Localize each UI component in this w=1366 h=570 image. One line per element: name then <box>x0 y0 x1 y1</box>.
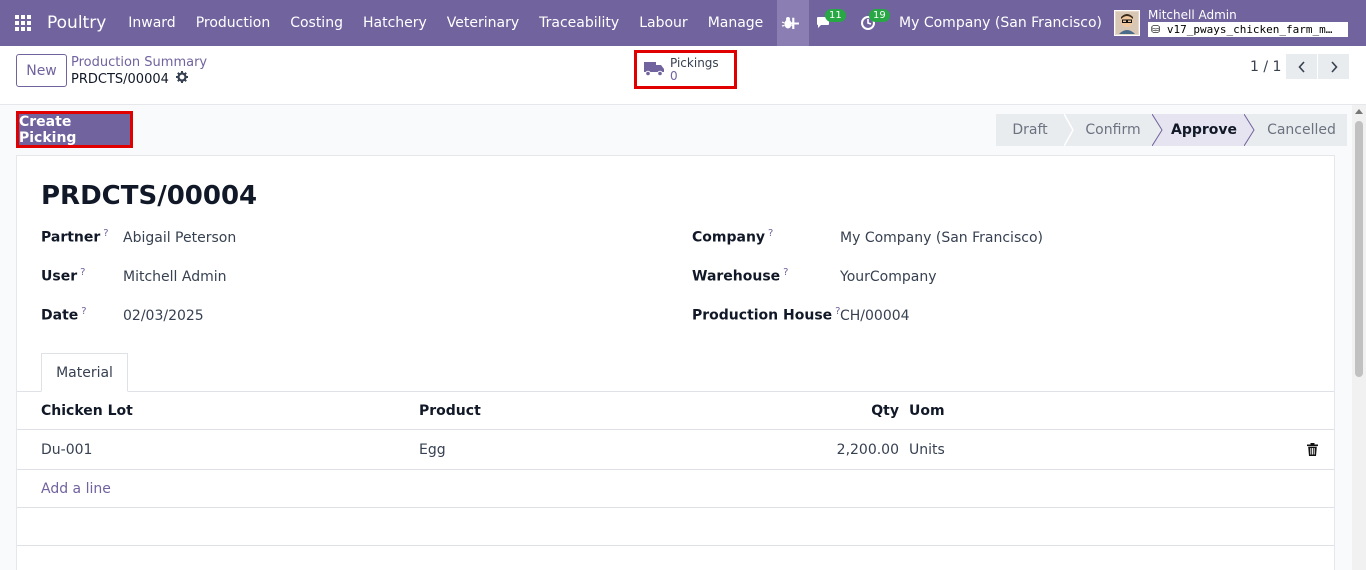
help-tooltip-icon[interactable]: ? <box>103 228 108 239</box>
pager-value[interactable]: 1 / 1 <box>1250 59 1281 75</box>
breadcrumb-record: PRDCTS/00004 <box>71 71 169 87</box>
production-house-field[interactable]: CH/00004 <box>840 308 910 324</box>
date-label: Date? <box>41 306 87 324</box>
top-navbar: Poultry Inward Production Costing Hatche… <box>0 0 1366 46</box>
cell-chicken-lot[interactable]: Du-001 <box>41 430 92 469</box>
activities-badge: 19 <box>869 9 890 22</box>
pickings-smart-button[interactable]: Pickings 0 <box>634 50 737 89</box>
database-icon: ⛁ <box>1151 23 1167 36</box>
cell-product[interactable]: Egg <box>419 430 446 469</box>
add-line-link[interactable]: Add a line <box>41 470 111 508</box>
pickings-count: 0 <box>670 68 678 83</box>
help-tooltip-icon[interactable]: ? <box>81 306 86 317</box>
date-field[interactable]: 02/03/2025 <box>123 308 204 324</box>
status-bar: Draft Confirm Approve Cancelled <box>996 114 1347 146</box>
apps-menu-icon[interactable] <box>0 0 46 46</box>
create-picking-button[interactable]: Create Picking <box>16 111 133 148</box>
scroll-up-arrow-icon[interactable] <box>1355 109 1363 114</box>
column-uom[interactable]: Uom <box>909 392 945 429</box>
tab-material[interactable]: Material <box>41 353 128 392</box>
menu-traceability[interactable]: Traceability <box>529 0 629 46</box>
breadcrumb-parent[interactable]: Production Summary <box>71 55 207 70</box>
cell-uom[interactable]: Units <box>909 430 945 469</box>
messages-badge: 11 <box>825 9 846 22</box>
stage-confirm[interactable]: Confirm <box>1074 114 1152 146</box>
warehouse-label: Warehouse? <box>692 267 789 285</box>
empty-row <box>17 508 1334 546</box>
column-product[interactable]: Product <box>419 392 481 429</box>
menu-labour[interactable]: Labour <box>629 0 697 46</box>
company-field[interactable]: My Company (San Francisco) <box>840 230 1043 246</box>
scrollbar[interactable] <box>1352 105 1366 570</box>
partner-field[interactable]: Abigail Peterson <box>123 230 236 246</box>
activity-clock-icon[interactable]: 19 <box>853 0 890 46</box>
avatar[interactable] <box>1114 10 1140 36</box>
company-switcher[interactable]: My Company (San Francisco) <box>899 15 1102 31</box>
company-label: Company? <box>692 228 774 246</box>
trash-icon[interactable] <box>1307 430 1318 469</box>
user-menu[interactable]: Mitchell Admin ⛁ v17_pways_chicken_farm_… <box>1148 9 1348 37</box>
truck-icon <box>643 59 665 81</box>
pager-next-button[interactable] <box>1318 54 1349 79</box>
form-sheet: PRDCTS/00004 Partner? Abigail Peterson U… <box>16 155 1335 570</box>
control-panel: New Production Summary PRDCTS/00004 Pick… <box>0 46 1366 105</box>
user-name: Mitchell Admin <box>1148 8 1237 22</box>
table-row[interactable]: Du-001 Egg 2,200.00 Units <box>17 430 1334 470</box>
messages-icon[interactable]: 11 <box>809 0 846 46</box>
production-house-label: Production House? <box>692 306 841 324</box>
column-qty[interactable]: Qty <box>857 392 899 429</box>
record-title: PRDCTS/00004 <box>41 181 258 211</box>
pickings-label: Pickings <box>670 55 719 70</box>
pager-previous-button[interactable] <box>1286 54 1317 79</box>
help-tooltip-icon[interactable]: ? <box>80 267 85 278</box>
user-label: User? <box>41 267 86 285</box>
help-tooltip-icon[interactable]: ? <box>768 228 773 239</box>
scrollbar-thumb[interactable] <box>1355 121 1363 377</box>
menu-inward[interactable]: Inward <box>118 0 185 46</box>
stage-draft[interactable]: Draft <box>996 114 1064 146</box>
form-header: Create Picking Draft Confirm Approve Can… <box>0 105 1352 155</box>
breadcrumb-current: PRDCTS/00004 <box>71 71 188 87</box>
warehouse-field[interactable]: YourCompany <box>840 269 937 285</box>
stage-separator <box>1064 114 1074 146</box>
stage-cancelled[interactable]: Cancelled <box>1256 114 1347 146</box>
stage-separator <box>1244 114 1256 146</box>
menu-costing[interactable]: Costing <box>280 0 353 46</box>
stage-separator <box>1152 114 1164 146</box>
user-field[interactable]: Mitchell Admin <box>123 269 227 285</box>
partner-label: Partner? <box>41 228 109 246</box>
menu-production[interactable]: Production <box>186 0 280 46</box>
database-name: ⛁ v17_pways_chicken_farm_m… <box>1148 22 1348 37</box>
bug-icon[interactable] <box>773 0 803 46</box>
column-chicken-lot[interactable]: Chicken Lot <box>41 392 133 429</box>
cell-qty[interactable]: 2,200.00 <box>799 430 899 469</box>
menu-manage[interactable]: Manage <box>698 0 774 46</box>
menu-hatchery[interactable]: Hatchery <box>353 0 437 46</box>
add-line-row: Add a line <box>17 470 1334 508</box>
stage-approve[interactable]: Approve <box>1164 114 1244 146</box>
new-button[interactable]: New <box>16 54 67 87</box>
help-tooltip-icon[interactable]: ? <box>783 267 788 278</box>
gear-icon[interactable] <box>175 71 188 87</box>
chevron-left-icon <box>1297 60 1305 73</box>
app-brand[interactable]: Poultry <box>47 13 106 33</box>
chevron-right-icon <box>1330 60 1338 73</box>
table-header: Chicken Lot Product Qty Uom <box>17 392 1334 430</box>
menu-veterinary[interactable]: Veterinary <box>437 0 529 46</box>
